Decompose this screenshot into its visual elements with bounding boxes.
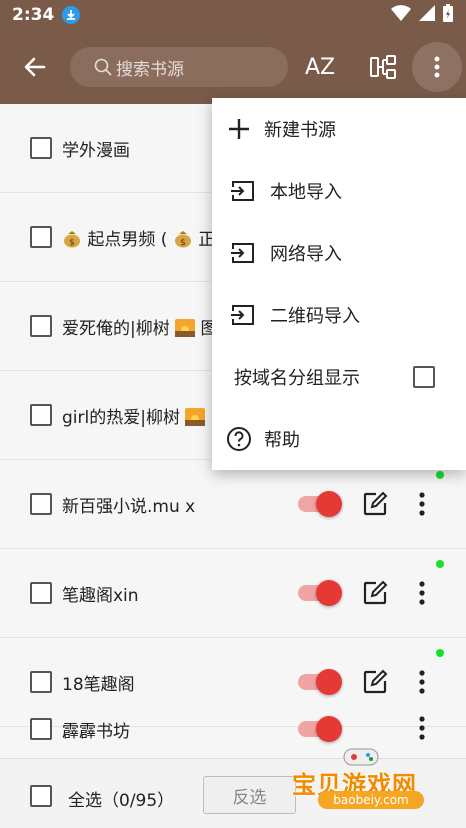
gamepad-icon [343, 748, 379, 766]
battery-charging-icon [442, 3, 454, 27]
signal-icon [418, 4, 436, 26]
search-input[interactable]: 搜索书源 [70, 47, 288, 87]
menu-item-qr-import[interactable]: 二维码导入 [212, 284, 466, 346]
list-item[interactable]: 18笔趣阁 [0, 638, 466, 727]
item-more-icon[interactable] [412, 715, 432, 741]
item-name-wrapper: 爱死俺的|柳树 图 [62, 314, 218, 339]
enable-switch[interactable] [298, 716, 342, 742]
item-more-icon[interactable] [412, 669, 432, 695]
enable-switch[interactable] [298, 491, 342, 517]
item-name-wrapper: girl的热爱|柳树 图 [62, 403, 228, 428]
more-vertical-icon [434, 56, 440, 78]
toolbar: 搜索书源 AZ [0, 30, 466, 104]
item-name: girl的热爱|柳树 [62, 407, 180, 428]
svg-text:$: $ [69, 238, 75, 248]
overflow-menu: 新建书源 本地导入 网络导入 二维码导入 按域名分组显示 帮助 [212, 98, 466, 470]
edit-icon[interactable] [362, 491, 388, 517]
sunset-icon [185, 407, 206, 426]
edit-icon[interactable] [362, 669, 388, 695]
import-icon [231, 243, 254, 263]
money-bag-icon: $ [174, 230, 191, 248]
status-bar: 2:34 [0, 0, 466, 30]
help-icon [227, 427, 251, 451]
item-name: 起点男频 ( [87, 229, 168, 250]
more-options-button[interactable] [412, 42, 462, 92]
list-item[interactable]: 笔趣阁xin [0, 549, 466, 638]
wifi-icon [390, 4, 412, 26]
watermark-url: baobeiy.com [318, 791, 424, 809]
sort-button[interactable]: AZ [298, 45, 342, 89]
item-checkbox[interactable] [30, 718, 52, 740]
item-name: 霹霹书坊 [62, 722, 130, 742]
group-by-domain-checkbox[interactable] [413, 366, 435, 388]
menu-item-group-by-domain[interactable]: 按域名分组显示 [212, 346, 466, 408]
select-all-label[interactable]: 全选（0/95） [68, 786, 174, 811]
watermark-logo: 宝贝游戏网 baobeiy.com [292, 745, 462, 811]
import-icon [231, 181, 254, 201]
item-checkbox[interactable] [30, 404, 52, 426]
search-icon [94, 58, 112, 76]
back-arrow-icon [24, 57, 46, 77]
item-checkbox[interactable] [30, 493, 52, 515]
item-checkbox[interactable] [30, 226, 52, 248]
edit-icon[interactable] [362, 580, 388, 606]
item-name: 新百强小说.mu x [62, 496, 196, 517]
sort-az-icon: AZ [304, 54, 336, 80]
enable-switch[interactable] [298, 580, 342, 606]
download-icon [62, 6, 81, 24]
menu-item-local-import[interactable]: 本地导入 [212, 160, 466, 222]
item-checkbox[interactable] [30, 671, 52, 693]
item-name: 笔趣阁xin [62, 585, 139, 606]
menu-item-label: 新建书源 [264, 120, 336, 141]
menu-item-label: 按域名分组显示 [234, 368, 360, 389]
item-more-icon[interactable] [412, 491, 432, 517]
sunset-icon [175, 318, 196, 337]
group-tree-icon [370, 55, 396, 79]
menu-item-label: 本地导入 [270, 182, 342, 203]
app-root: 2:34 搜索书源 AZ 学外漫画 $ 起点男频 ($ 正 爱死俺的|柳树 图… [0, 0, 466, 828]
money-bag-icon: $ [64, 230, 80, 248]
menu-item-network-import[interactable]: 网络导入 [212, 222, 466, 284]
status-icons [390, 3, 454, 27]
update-dot [436, 560, 444, 568]
update-dot [436, 649, 444, 657]
menu-item-help[interactable]: 帮助 [212, 408, 466, 470]
group-button[interactable] [361, 45, 405, 89]
select-all-checkbox[interactable] [30, 785, 52, 807]
plus-icon [229, 119, 249, 139]
menu-item-new-source[interactable]: 新建书源 [212, 98, 466, 160]
item-more-icon[interactable] [412, 580, 432, 606]
item-checkbox[interactable] [30, 137, 52, 159]
back-button[interactable] [0, 30, 70, 104]
item-name: 18笔趣阁 [62, 674, 135, 695]
search-placeholder: 搜索书源 [116, 59, 184, 80]
status-time: 2:34 [12, 5, 55, 25]
list-item[interactable]: 新百强小说.mu x [0, 460, 466, 549]
item-checkbox[interactable] [30, 582, 52, 604]
enable-switch[interactable] [298, 669, 342, 695]
svg-text:$: $ [180, 238, 186, 248]
update-dot [436, 471, 444, 479]
item-name: 学外漫画 [62, 140, 130, 161]
import-icon [231, 305, 254, 325]
menu-item-label: 网络导入 [270, 244, 342, 265]
invert-selection-button[interactable]: 反选 [203, 776, 296, 814]
item-name: 爱死俺的|柳树 [62, 318, 170, 339]
item-checkbox[interactable] [30, 315, 52, 337]
menu-item-label: 二维码导入 [270, 306, 360, 327]
menu-item-label: 帮助 [264, 430, 300, 451]
item-name-wrapper: $ 起点男频 ( $ 正 [62, 225, 215, 250]
